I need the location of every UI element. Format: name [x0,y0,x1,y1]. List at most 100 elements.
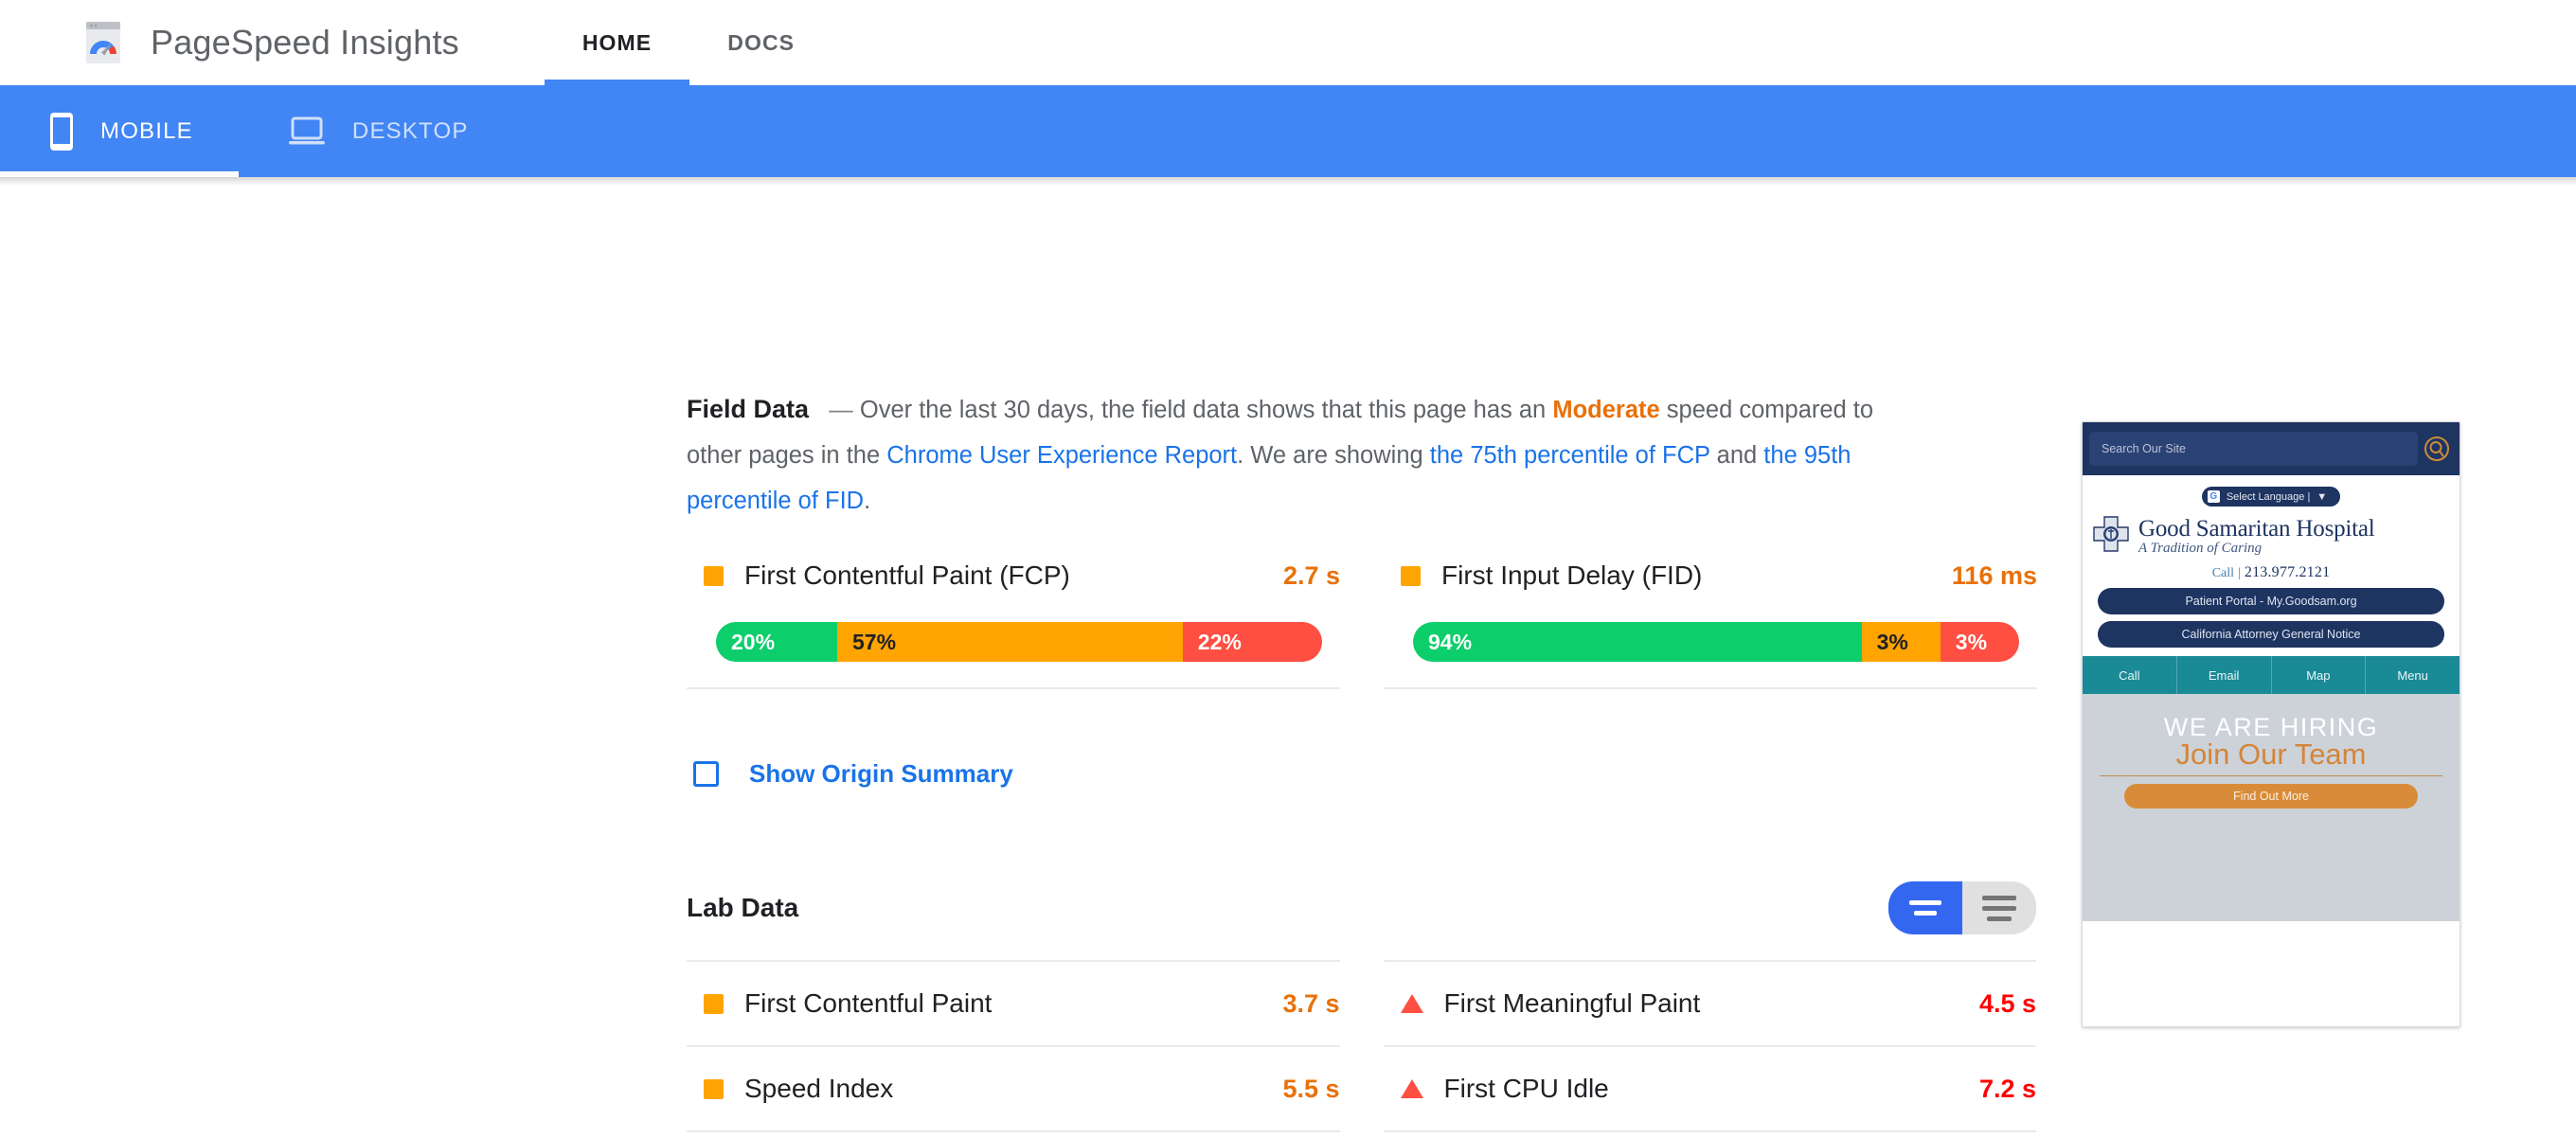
field-metric-fid-value: 116 ms [1951,560,2037,590]
bar-shadow [0,177,2576,186]
orange-square-icon [704,565,724,586]
lab-data-heading: Lab Data [687,893,799,922]
lab-metrics-grid: First Contentful Paint 3.7 s Speed Index… [687,960,2036,1138]
lab-metric-label: Speed Index [744,1074,894,1103]
lab-metric-row: Max Potential First Input Delay 200 ms [1383,1130,2036,1138]
lab-metric-row: First Contentful Paint 3.7 s [687,960,1340,1045]
compact-view-icon[interactable] [1888,881,1962,934]
thumbnail-nav-email: Email [2177,656,2272,694]
field-metric-fid: First Input Delay (FID) 116 ms 94% 3% 3% [1384,554,2037,689]
hero-cta-button: Find Out More [2124,784,2418,809]
device-tab-desktop[interactable]: DESKTOP [239,85,514,177]
attorney-general-notice-button: California Attorney General Notice [2098,621,2444,648]
thumbnail-search-bar: Search Our Site [2083,422,2460,475]
thumbnail-nav-menu: Menu [2397,667,2428,683]
field-metrics-grid: First Contentful Paint (FCP) 2.7 s 20% 5… [687,554,2037,689]
pagespeed-gauge-icon [78,17,129,68]
call-label: Call [2211,566,2235,580]
field-data-text-3: . We are showing [1237,442,1430,469]
distribution-segment-fast: 20% [716,622,837,662]
patient-portal-button: Patient Portal - My.Goodsam.org [2098,588,2444,614]
app-title: PageSpeed Insights [151,23,459,62]
field-data-text-1: Over the last 30 days, the field data sh… [852,397,1553,423]
field-data-dash: — [829,397,853,423]
link-chrome-ux-report[interactable]: Chrome User Experience Report [886,442,1237,469]
lab-metric-row: Speed Index 5.5 s [687,1045,1340,1130]
list-view-icon[interactable] [1962,881,2036,934]
call-divider: | [2238,566,2241,580]
lab-data-header: Lab Data [687,881,2036,934]
field-metric-fcp-distribution: 20% 57% 22% [716,622,1322,662]
orange-square-icon [704,993,724,1014]
link-75th-percentile-fcp[interactable]: the 75th percentile of FCP [1430,442,1710,469]
thumbnail-search-input: Search Our Site [2089,432,2418,466]
lab-metric-row: Time to Interactive 11.8 s [687,1130,1340,1138]
field-metric-fid-distribution: 94% 3% 3% [1413,622,2019,662]
tab-home[interactable]: HOME [544,0,690,85]
distribution-segment-slow: 3% [1940,622,2019,662]
hero-subheadline: Join Our Team [2175,738,2367,771]
show-origin-summary-row[interactable]: Show Origin Summary [693,759,1013,789]
top-header: PageSpeed Insights HOME DOCS [0,0,2576,85]
report-area: Field Data — Over the last 30 days, the … [687,386,2037,1138]
hospital-name: Good Samaritan Hospital [2138,515,2375,542]
lab-metric-value: 7.2 s [1978,1074,2036,1103]
header-nav-tabs: HOME DOCS [544,0,832,85]
field-metric-fid-header: First Input Delay (FID) 116 ms [1384,554,2037,597]
device-tab-bar: MOBILE DESKTOP [0,85,2576,177]
select-language-label: Select Language | [2226,490,2311,503]
field-data-heading: Field Data [687,395,810,423]
tab-docs[interactable]: DOCS [689,0,832,85]
orange-square-icon [704,1078,724,1099]
lab-metric-label: First CPU Idle [1443,1074,1609,1103]
field-metric-fcp-label: First Contentful Paint (FCP) [744,560,1070,590]
lab-metric-value: 4.5 s [1978,988,2036,1018]
device-tab-desktop-label: DESKTOP [351,117,469,144]
hospital-tagline: A Tradition of Caring [2138,540,2263,556]
lab-metric-label: First Meaningful Paint [1443,988,1701,1018]
field-data-text-5: . [864,488,871,514]
lab-metric-value: 5.5 s [1282,1074,1340,1103]
search-icon [2421,433,2453,465]
google-g-icon: G [2207,490,2220,503]
select-language-button: G Select Language | ▼ [2201,487,2341,507]
thumbnail-hero-banner: WE ARE HIRING Join Our Team Find Out Mor… [2083,694,2460,921]
red-triangle-icon [1400,1079,1423,1098]
show-origin-summary-checkbox[interactable] [693,761,719,787]
field-metric-fcp: First Contentful Paint (FCP) 2.7 s 20% 5… [687,554,1340,689]
thumbnail-phone-row: Call | 213.977.2121 [2083,564,2460,581]
lab-metric-row: First CPU Idle 7.2 s [1383,1045,2036,1130]
lab-metric-row: First Meaningful Paint 4.5 s [1383,960,2036,1045]
page-screenshot-thumbnail: Search Our Site G Select Language | ▼ Go… [2082,421,2460,1027]
device-tab-mobile[interactable]: MOBILE [0,85,239,177]
hero-rule [2100,775,2442,777]
thumbnail-language-row: G Select Language | ▼ [2083,487,2460,507]
divider [1384,687,2037,689]
lab-metric-value: 3.7 s [1282,988,1340,1018]
thumbnail-brand-names: Good Samaritan Hospital A Tradition of C… [2138,515,2375,557]
thumbnail-body: G Select Language | ▼ Good Samaritan Hos… [2083,475,2460,921]
lab-metrics-left-column: First Contentful Paint 3.7 s Speed Index… [687,960,1340,1138]
orange-square-icon [1401,565,1421,586]
thumbnail-nav-map: Map [2272,656,2367,694]
device-tab-mobile-label: MOBILE [100,117,193,144]
field-metric-fcp-value: 2.7 s [1282,560,1340,590]
thumbnail-nav-call: Call [2083,656,2177,694]
hero-headline: WE ARE HIRING [2163,713,2379,741]
speed-rating-badge: Moderate [1552,397,1660,423]
main-content: Field Data — Over the last 30 days, the … [0,186,2576,1132]
distribution-segment-slow: 22% [1182,622,1322,662]
view-toggle[interactable] [1888,881,2036,934]
hospital-cross-logo-icon [2092,515,2130,558]
distribution-segment-fast: 94% [1413,622,1862,662]
red-triangle-icon [1400,994,1423,1013]
mobile-phone-icon [49,112,74,151]
chevron-down-icon: ▼ [2317,490,2328,503]
lab-metric-label: First Contentful Paint [744,988,993,1018]
divider [687,687,1340,689]
distribution-segment-average: 3% [1861,622,1941,662]
thumbnail-nav-bar: Call Email Map Menu [2083,656,2460,694]
thumbnail-brand: Good Samaritan Hospital A Tradition of C… [2083,507,2460,560]
field-data-text-4: and [1709,442,1764,469]
lab-metrics-right-column: First Meaningful Paint 4.5 s First CPU I… [1383,960,2036,1138]
